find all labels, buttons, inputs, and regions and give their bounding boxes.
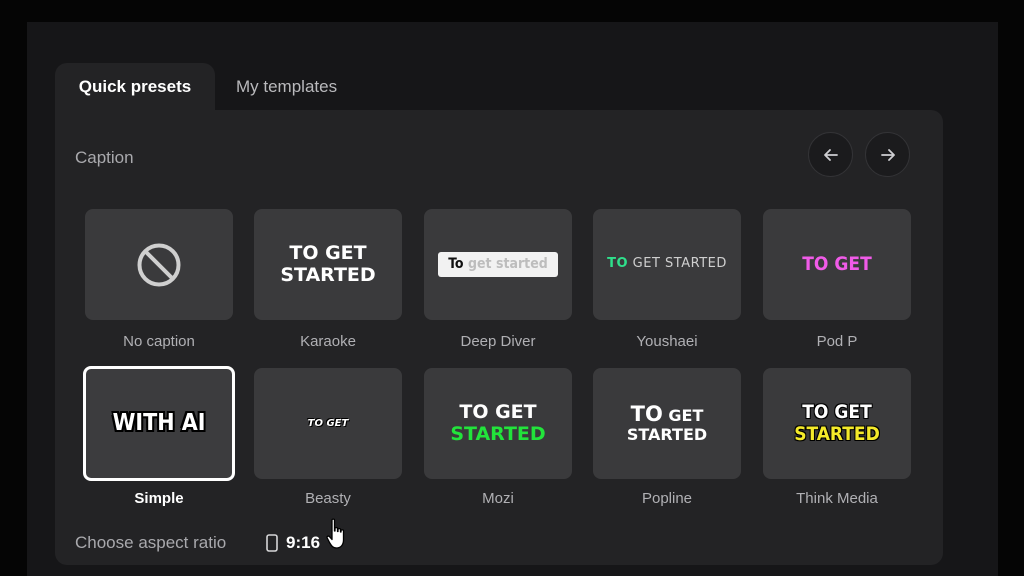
caption-preview: TO GET STARTED — [607, 256, 727, 272]
caption-preview: TO GET STARTED — [794, 400, 880, 445]
preset-label: Karaoke — [300, 333, 356, 350]
aspect-ratio-label: Choose aspect ratio — [75, 533, 227, 552]
preset-beasty[interactable]: TO GET — [254, 368, 402, 479]
preset-label: Deep Diver — [460, 333, 536, 350]
no-entry-icon — [137, 243, 181, 286]
caption-preview: TO GET STARTED — [450, 400, 546, 445]
caption-preview: TO GET STARTED — [626, 402, 708, 445]
aspect-ratio-value: 9:16 — [286, 533, 321, 552]
preset-label: Youshaei — [636, 333, 698, 350]
preset-no-caption[interactable] — [85, 209, 233, 320]
preset-popline[interactable]: TO GET STARTED — [593, 368, 741, 479]
presets-panel: Caption No caption TO GET STARTED Karaok… — [55, 110, 943, 565]
preset-label: Popline — [641, 490, 693, 507]
hand-pointer-cursor-icon — [326, 518, 345, 549]
preset-deep-diver[interactable]: To get started — [424, 209, 572, 320]
preset-think-media[interactable]: TO GET STARTED — [763, 368, 911, 479]
caption-preview: TO GET — [307, 417, 349, 429]
preset-pod-p[interactable]: TO GET — [763, 209, 911, 320]
phone-portrait-icon — [266, 534, 278, 552]
caption-dialog: Quick presets My templates Caption No ca… — [27, 22, 998, 576]
section-title: Caption — [75, 148, 134, 167]
caption-preview: WITH AI — [112, 410, 206, 437]
preset-karaoke[interactable]: TO GET STARTED — [254, 209, 402, 320]
preset-label: Mozi — [482, 490, 514, 507]
preset-label: Think Media — [796, 490, 878, 507]
caption-preview: TO GET STARTED — [280, 241, 376, 286]
preset-mozi[interactable]: TO GET STARTED — [424, 368, 572, 479]
preset-label: Pod P — [816, 333, 858, 350]
caption-preview: To get started — [438, 252, 558, 277]
preset-label: Simple — [134, 490, 184, 507]
preset-simple[interactable]: WITH AI — [83, 366, 235, 481]
next-button[interactable] — [865, 132, 910, 177]
tab-quick-presets[interactable]: Quick presets — [55, 63, 215, 110]
preset-youshaei[interactable]: TO GET STARTED — [593, 209, 741, 320]
arrow-left-icon — [823, 148, 838, 161]
prev-button[interactable] — [808, 132, 853, 177]
caption-preview: TO GET — [802, 252, 872, 275]
arrow-right-icon — [880, 148, 895, 161]
preset-label: No caption — [123, 333, 195, 350]
tab-my-templates[interactable]: My templates — [236, 63, 337, 110]
preset-label: Beasty — [305, 490, 351, 507]
